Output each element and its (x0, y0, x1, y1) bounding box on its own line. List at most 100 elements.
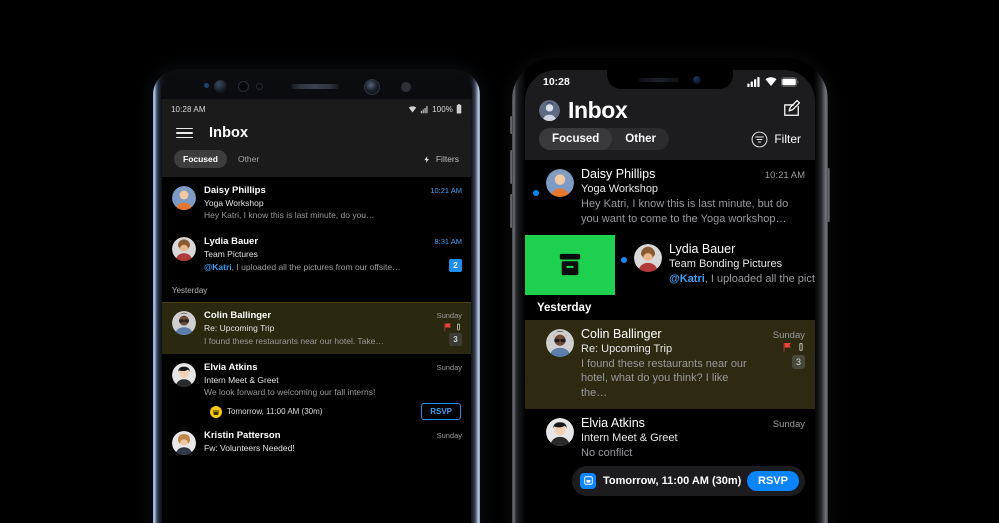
sender-name: Colin Ballinger (581, 326, 662, 341)
date-header: Yesterday (525, 294, 815, 320)
row-indicators (444, 323, 462, 332)
subject: Fw: Volunteers Needed! (204, 443, 295, 453)
flag-icon (783, 343, 791, 353)
preview: I found these restaurants near our hotel… (581, 357, 747, 400)
avatar (634, 243, 662, 272)
sender-name: Colin Ballinger (204, 310, 272, 321)
table-row[interactable]: Kristin Patterson Sunday Fw: Volunteers … (162, 422, 471, 463)
sender-name: Lydia Bauer (669, 241, 736, 256)
tab-focused[interactable]: Focused (174, 150, 227, 168)
row-header: Daisy Phillips 10:21 AM (204, 185, 462, 196)
list-item[interactable]: Colin Ballinger Sunday Re: Upcoming Trip (525, 319, 815, 410)
unread-indicator-dot (621, 257, 627, 264)
event-time-group: Tomorrow, 11:00 AM (30m) (210, 405, 322, 418)
status-badge: 3 (792, 354, 805, 369)
tab-focused[interactable]: Focused (539, 128, 613, 150)
event-time-label: Tomorrow, 11:00 AM (30m) (603, 474, 742, 487)
row-header: Kristin Patterson Sunday (204, 430, 462, 441)
table-row[interactable]: Daisy Phillips 10:21 AM Yoga Workshop He… (162, 177, 471, 228)
event-time-group: Tomorrow, 11:00 AM (30m) (580, 472, 742, 489)
avatar (172, 363, 196, 387)
avatar (546, 169, 574, 197)
list-item[interactable]: Daisy Phillips 10:21 AM Yoga Workshop He… (525, 160, 815, 235)
front-camera-icon (214, 80, 227, 93)
signal-bars-icon (747, 77, 760, 87)
earpiece-speaker-icon (639, 77, 679, 82)
subject: Yoga Workshop (581, 183, 659, 195)
notification-led-icon (204, 83, 209, 88)
sender-name: Daisy Phillips (204, 185, 266, 196)
preview-text: , I uploaded all the pictures from our w… (704, 272, 815, 285)
archive-box-icon (559, 253, 581, 275)
attachment-paperclip-icon (799, 342, 803, 351)
timestamp: Sunday (772, 419, 805, 431)
rsvp-button[interactable]: RSVP (421, 403, 461, 420)
compose-button[interactable] (782, 99, 801, 123)
unread-indicator-dot (533, 189, 539, 196)
filters-button[interactable]: Filters (423, 154, 459, 165)
iphone-header-left: Inbox (539, 97, 628, 124)
preview: No conflict (581, 447, 633, 460)
rsvp-button[interactable]: RSVP (747, 470, 799, 491)
volume-down-button[interactable] (510, 194, 513, 228)
subject: Intern Meet & Greet (581, 432, 678, 445)
subject: Re: Upcoming Trip (204, 323, 275, 333)
wifi-icon (765, 77, 777, 86)
calendar-event-icon (580, 472, 596, 489)
light-sensor-icon (256, 83, 263, 90)
iphone-tab-group: Focused Other (539, 128, 669, 150)
screenshot-stage: 10:28 AM 100% Inbox Focused Other Filter… (0, 0, 999, 523)
table-row[interactable]: Colin Ballinger Sunday Re: Upcoming Trip (162, 302, 471, 354)
row-body: Colin Ballinger Sunday Re: Upcoming Trip (581, 327, 805, 402)
wifi-icon (408, 105, 417, 112)
row-body: Daisy Phillips 10:21 AM Yoga Workshop He… (581, 167, 805, 227)
filter-label: Filter (774, 132, 801, 146)
battery-full-icon (456, 104, 462, 114)
power-button[interactable] (827, 168, 830, 222)
row-header: Lydia Bauer (669, 242, 815, 256)
status-badge: 2 (449, 259, 462, 272)
subject: Team Bonding Pictures (669, 257, 783, 270)
row-header: Colin Ballinger Sunday (581, 327, 805, 341)
subject: Intern Meet & Greet (204, 375, 279, 385)
avatar (172, 311, 196, 335)
volume-up-button[interactable] (510, 150, 513, 184)
row-indicators (783, 342, 805, 353)
row-body: Elvia Atkins Sunday Intern Meet & Greet … (581, 416, 805, 461)
list-item[interactable]: Elvia Atkins Sunday Intern Meet & Greet … (525, 409, 815, 461)
date-header: Yesterday (162, 280, 471, 302)
android-battery-percent: 100% (432, 104, 453, 114)
filters-label: Filters (435, 154, 459, 164)
avatar (172, 186, 196, 210)
signal-bars-icon (420, 105, 428, 113)
android-tabbar: Focused Other Filters (162, 149, 471, 177)
iphone-clock: 10:28 (543, 76, 570, 88)
row-body: Colin Ballinger Sunday Re: Upcoming Trip (204, 310, 462, 346)
unread-indicator-dot (533, 431, 539, 437)
filter-button[interactable]: Filter (751, 131, 801, 148)
flag-icon (444, 323, 451, 331)
sensor-dot-icon (401, 82, 411, 92)
attachment-paperclip-icon (457, 323, 460, 330)
sender-name: Lydia Bauer (204, 236, 259, 247)
swipe-archive-action[interactable] (525, 234, 615, 295)
mention-token: @Katri (204, 261, 232, 272)
table-row[interactable]: Elvia Atkins Sunday Intern Meet & Greet … (162, 354, 471, 399)
list-item-swiping[interactable]: Lydia Bauer Team Bonding Pictures @Katri… (525, 234, 815, 295)
table-row[interactable]: Lydia Bauer 8:31 AM Team Pictures @Katri… (162, 228, 471, 280)
row-content[interactable]: Lydia Bauer Team Bonding Pictures @Katri… (615, 234, 815, 295)
tab-other[interactable]: Other (229, 150, 268, 168)
iphone-status-icons (747, 77, 799, 87)
iphone-header: Inbox (525, 94, 815, 124)
account-avatar[interactable] (539, 100, 560, 121)
hamburger-menu-icon[interactable] (176, 127, 193, 139)
subject: Yoga Workshop (204, 198, 264, 208)
mute-switch[interactable] (510, 116, 513, 134)
sender-name: Kristin Patterson (204, 430, 281, 441)
timestamp: 10:21 AM (430, 186, 462, 195)
tab-other[interactable]: Other (612, 128, 669, 150)
android-clock: 10:28 AM (171, 104, 206, 114)
page-title: Inbox (568, 97, 628, 123)
android-tab-group: Focused Other (174, 150, 268, 168)
preview: @Katri, I uploaded all the pictures from… (669, 272, 815, 287)
